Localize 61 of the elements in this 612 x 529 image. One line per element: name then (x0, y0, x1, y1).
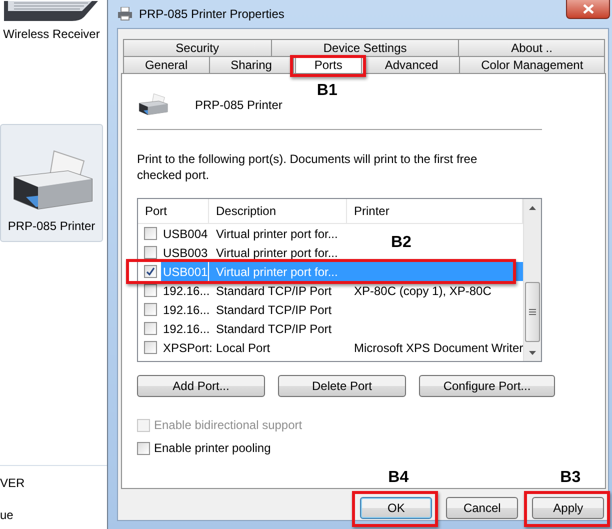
table-cell-text: Standard TCP/IP Port (215, 320, 333, 338)
tab[interactable]: About .. (458, 39, 606, 56)
table-cell-text: Standard TCP/IP Port (215, 282, 333, 300)
tab[interactable]: Device Settings (270, 39, 460, 56)
table-cell-text: 192.16... (162, 282, 210, 300)
scrollbar-thumb[interactable] (525, 282, 540, 342)
checkbox[interactable] (144, 284, 157, 297)
tab[interactable]: Color Management (459, 56, 606, 73)
close-button[interactable] (566, 0, 610, 19)
annotation-label: B4 (388, 469, 409, 487)
keyboard-icon (4, 1, 100, 23)
printer-icon (117, 7, 133, 21)
dialog-button[interactable]: OK (360, 497, 432, 519)
port-button[interactable]: Delete Port (278, 375, 406, 397)
down-arrow-icon (529, 350, 536, 354)
table-cell-text: USB003 (162, 244, 208, 262)
dialog-button[interactable]: Apply (532, 497, 604, 519)
checkbox[interactable] (144, 322, 157, 335)
table-cell-text: USB004 (162, 226, 208, 242)
table-cell: Virtual printer port for... (209, 262, 347, 281)
table-cell: USB001 (161, 262, 208, 281)
printer-icon (137, 92, 169, 118)
checkbox[interactable] (144, 341, 157, 354)
ports-list[interactable] (137, 198, 542, 362)
option-label: Enable bidirectional support (154, 418, 302, 432)
table-cell-text: XPSPort: (162, 340, 212, 356)
checkbox[interactable] (137, 442, 150, 454)
table-cell-text: Virtual printer port for... (215, 244, 339, 262)
check-icon (146, 267, 155, 276)
truncated-label: ue (0, 508, 14, 522)
printer-name: PRP-085 Printer (195, 98, 282, 112)
option-label: Enable printer pooling (154, 441, 271, 455)
truncated-label: VER (0, 476, 26, 490)
annotation-label: B3 (560, 469, 581, 487)
column-header[interactable]: Port (138, 199, 209, 223)
device-item[interactable]: Wireless Receiver (0, 0, 103, 46)
checkbox[interactable] (144, 303, 157, 316)
annotation-label: B1 (316, 82, 338, 100)
table-cell-text: 192.16... (162, 320, 210, 338)
instruction-text: Print to the following port(s). Documents will print to the first free checked port. (137, 151, 478, 183)
checkbox[interactable] (144, 246, 157, 259)
dialog-button[interactable]: Cancel (446, 497, 518, 519)
grip-icon (529, 309, 536, 315)
close-icon (582, 4, 594, 14)
checkbox[interactable] (144, 227, 157, 240)
tab[interactable]: General (123, 56, 210, 73)
table-cell-text: XP-80C (copy 1), XP-80C (353, 282, 492, 300)
tab[interactable]: Security (123, 39, 272, 56)
up-arrow-icon (529, 206, 536, 210)
device-item[interactable]: PRP-085 Printer (0, 124, 103, 242)
column-header[interactable]: Description (209, 199, 347, 223)
port-button[interactable]: Add Port... (137, 375, 265, 397)
port-button[interactable]: Configure Port... (419, 375, 555, 397)
window-title: PRP-085 Printer Properties (139, 7, 284, 21)
table-cell-text: 192.16... (162, 302, 210, 318)
annotation-label: B2 (391, 234, 412, 252)
table-cell-text: Local Port (215, 340, 272, 356)
table-cell-text: Virtual printer port for... (215, 226, 339, 242)
table-cell-text: Standard TCP/IP Port (215, 302, 333, 318)
checkbox[interactable] (144, 265, 157, 278)
table-cell-text: Microsoft XPS Document Writer (353, 340, 524, 356)
